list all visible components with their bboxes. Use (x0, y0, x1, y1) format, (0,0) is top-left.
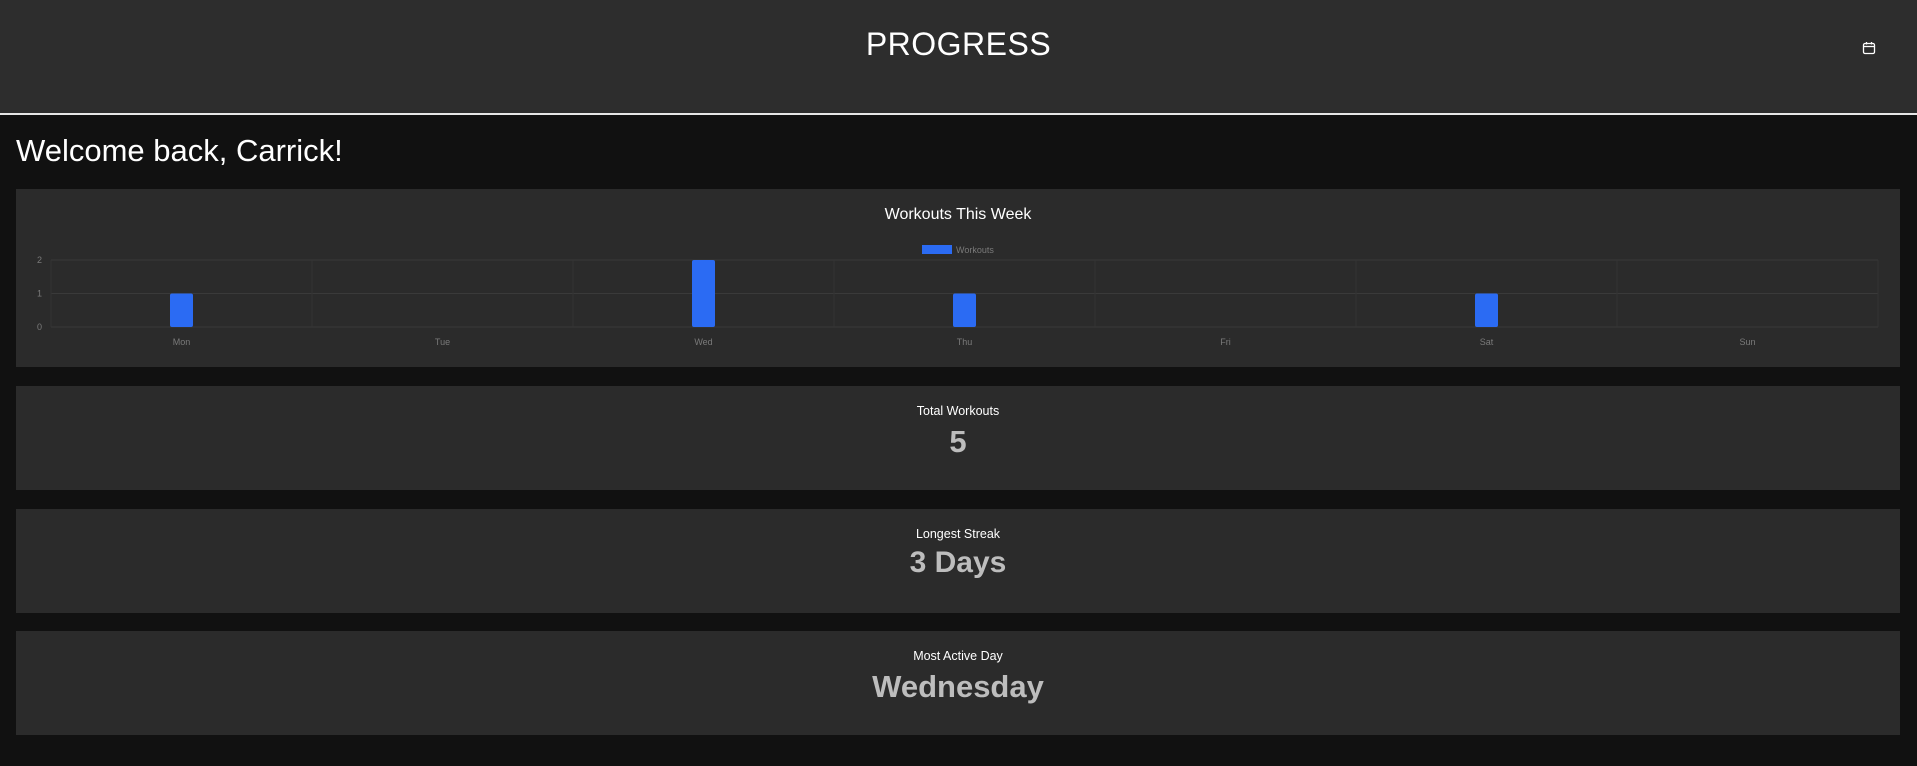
x-tick-label: Tue (435, 337, 450, 347)
legend-label: Workouts (956, 245, 994, 255)
bar-mon (170, 293, 193, 327)
app-header: PROGRESS (0, 0, 1917, 115)
most-active-day-label: Most Active Day (913, 649, 1003, 663)
x-tick-label: Mon (173, 337, 191, 347)
bar-sat (1475, 293, 1498, 327)
x-tick-label: Thu (957, 337, 973, 347)
legend-swatch (922, 245, 952, 254)
workouts-chart-card: Workouts This Week 0 1 2 Workouts Mon Tue Wed T… (16, 189, 1900, 367)
x-tick-label: Fri (1220, 337, 1231, 347)
longest-streak-card: Longest Streak 3 Days (16, 509, 1900, 613)
y-tick-label: 2 (37, 255, 42, 265)
bar-wed (692, 260, 715, 327)
total-workouts-card: Total Workouts 5 (16, 386, 1900, 490)
bar-thu (953, 293, 976, 327)
total-workouts-label: Total Workouts (916, 404, 1000, 418)
most-active-day-value: Wednesday (872, 669, 1044, 704)
x-tick-label: Sat (1480, 337, 1494, 347)
longest-streak-label: Longest Streak (915, 527, 1001, 541)
calendar-icon (1862, 42, 1876, 55)
page-title: PROGRESS (865, 26, 1052, 62)
total-workouts-value: 5 (949, 424, 967, 459)
most-active-day-card: Most Active Day Wednesday (16, 631, 1900, 735)
x-tick-label: Sun (1739, 337, 1755, 347)
welcome-message: Welcome back, Carrick! (16, 133, 343, 168)
x-tick-label: Wed (694, 337, 712, 347)
y-tick-label: 0 (37, 322, 42, 332)
y-tick-label: 1 (37, 289, 42, 299)
longest-streak-value: 3 Days (909, 546, 1007, 579)
workouts-bar-chart: 0 1 2 Workouts Mon Tue Wed Thu Fri Sat Sun (37, 245, 1879, 347)
calendar-button[interactable] (1859, 38, 1879, 58)
